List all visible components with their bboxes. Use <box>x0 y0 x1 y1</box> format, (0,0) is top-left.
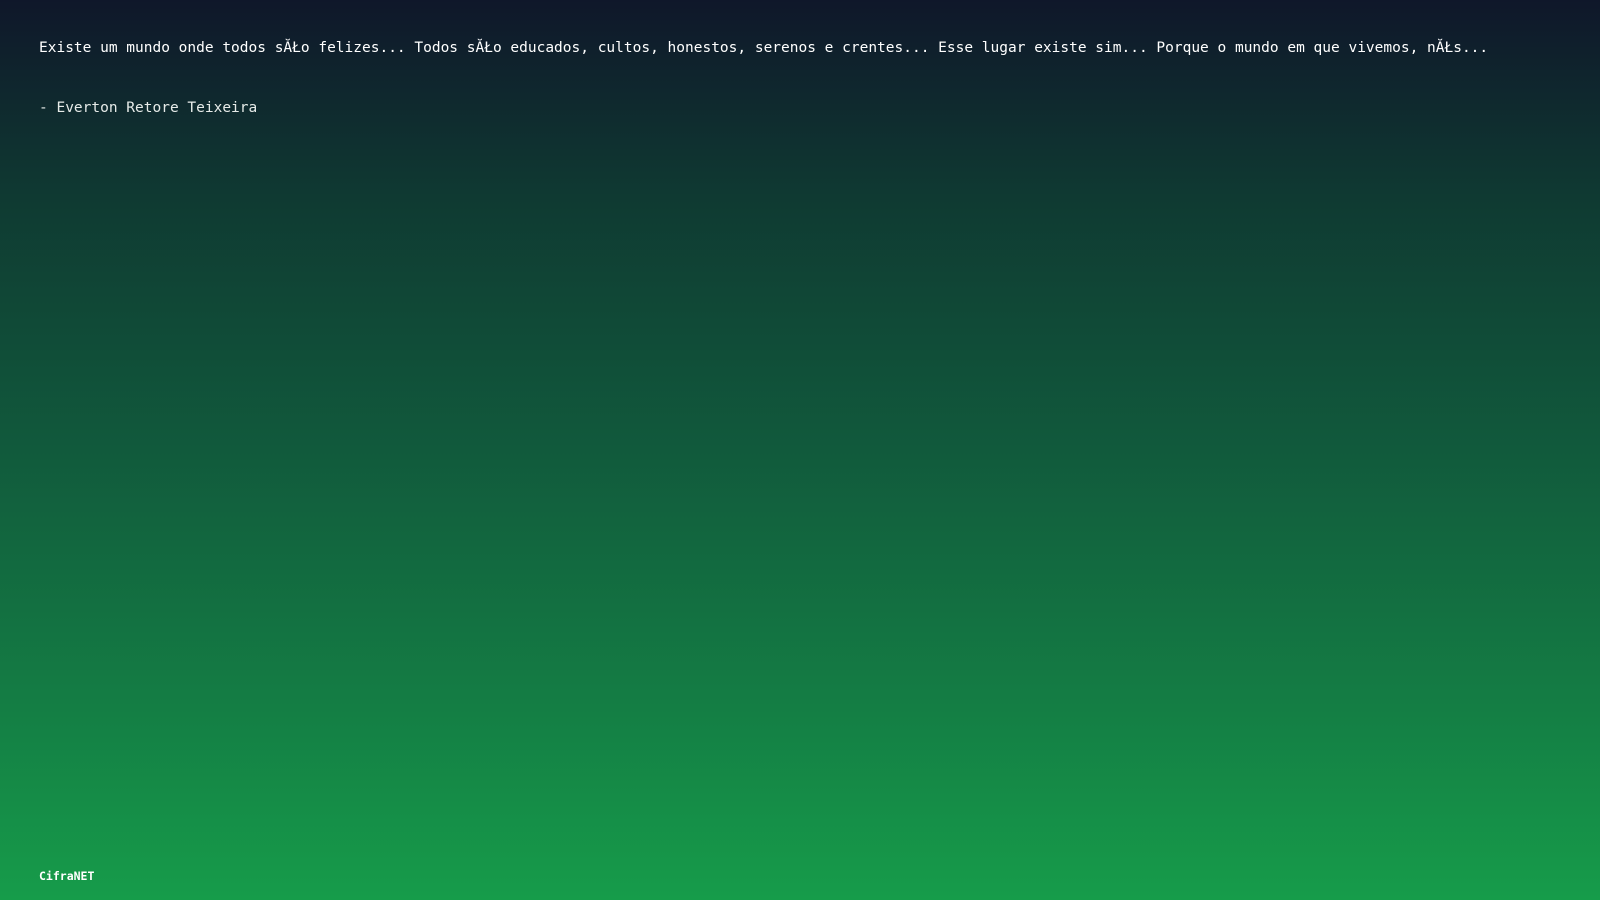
brand-label: CifraNET <box>39 869 95 883</box>
quote-author: - Everton Retore Teixeira <box>39 100 258 116</box>
quote-slide: Existe um mundo onde todos sĂŁo felizes.… <box>0 0 1600 900</box>
quote-text: Existe um mundo onde todos sĂŁo felizes.… <box>39 40 1489 56</box>
